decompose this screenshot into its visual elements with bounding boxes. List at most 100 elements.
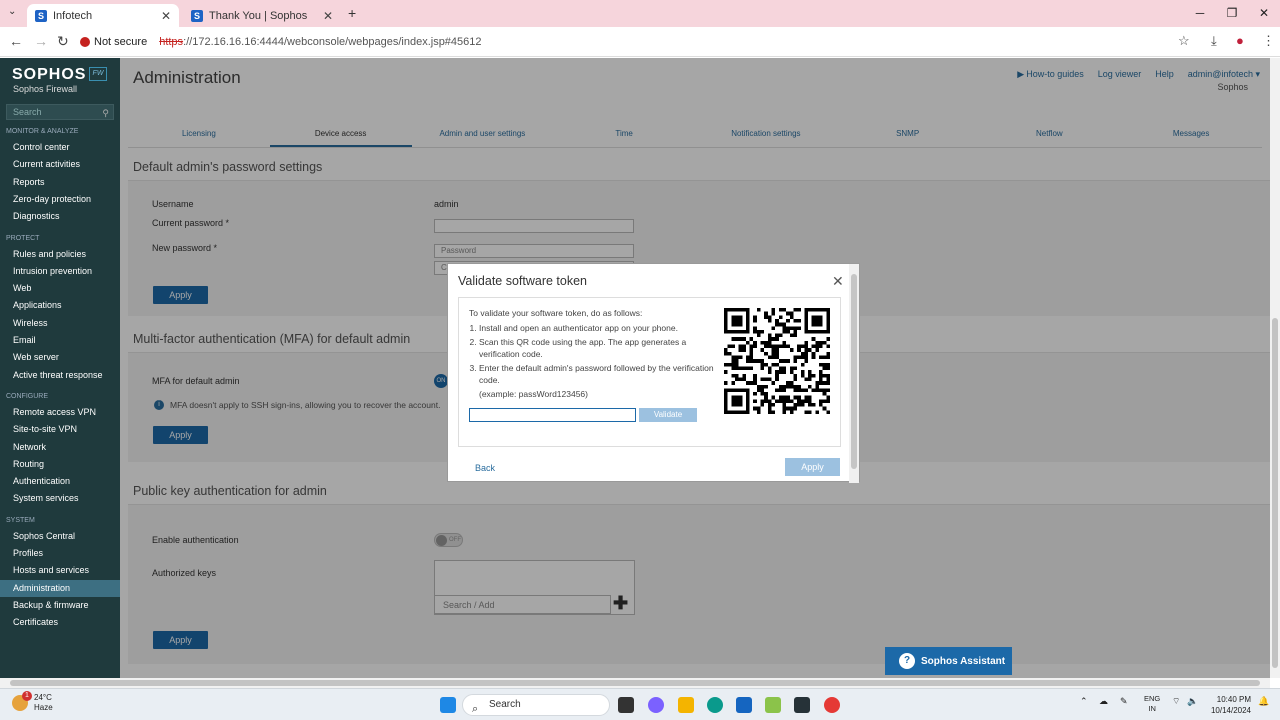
sidebar-item-active-threat-response[interactable]: Active threat response (0, 367, 120, 384)
reload-icon[interactable]: ↻ (57, 33, 69, 50)
tab-title: Infotech (53, 9, 93, 22)
product-name: Sophos Firewall (13, 84, 78, 94)
url-scheme: https (159, 36, 184, 48)
validate-button[interactable]: Validate (639, 408, 697, 422)
intro-text: To validate your software token, do as f… (469, 308, 643, 318)
task-view-icon[interactable] (618, 697, 634, 713)
tray-chevron-icon[interactable]: ⌃ (1080, 696, 1088, 707)
lang-code: ENG (1144, 694, 1161, 703)
step-3: Enter the default admin's password follo… (479, 362, 714, 386)
sidebar-item-control-center[interactable]: Control center (0, 139, 120, 156)
browser-tab-infotech[interactable]: S Infotech ✕ (27, 4, 179, 27)
dialog-apply-button[interactable]: Apply (785, 458, 840, 476)
profile-icon[interactable]: ● (1236, 33, 1244, 48)
sidebar-item-applications[interactable]: Applications (0, 297, 120, 314)
close-tab-icon[interactable]: ✕ (323, 9, 333, 23)
weather-icon: 1 (12, 691, 32, 711)
sidebar-item-routing[interactable]: Routing (0, 456, 120, 473)
sidebar-search-input[interactable]: Search ⚲ (6, 104, 114, 120)
sidebar-section-title: CONFIGURE (6, 392, 48, 400)
sidebar-item-authentication[interactable]: Authentication (0, 473, 120, 490)
sidebar-item-administration[interactable]: Administration (0, 579, 120, 597)
example-text: (example: passWord123456) (479, 389, 588, 399)
restore-icon[interactable]: ❐ (1216, 0, 1248, 27)
store-icon[interactable] (736, 697, 752, 713)
hscroll-thumb[interactable] (10, 680, 1260, 686)
sidebar-item-wireless[interactable]: Wireless (0, 315, 120, 332)
search-placeholder: Search (13, 107, 42, 117)
dialog-scrollbar[interactable] (849, 264, 859, 483)
assistant-label: Sophos Assistant (921, 655, 1006, 667)
temperature: 24°C (34, 693, 52, 702)
sophos-logo: SOPHOS (12, 66, 87, 83)
close-tab-icon[interactable]: ✕ (161, 9, 171, 23)
notification-badge: 1 (22, 691, 32, 701)
not-secure-badge[interactable]: Not secure (80, 36, 153, 48)
url-field[interactable]: Not secure https://172.16.16.16:4444/web… (80, 31, 1200, 53)
sidebar-item-zero-day-protection[interactable]: Zero-day protection (0, 191, 120, 208)
sophos-assistant-button[interactable]: ? Sophos Assistant (885, 647, 1012, 675)
clock[interactable]: 10:40 PM 10/14/2024 (1203, 694, 1251, 716)
forward-arrow-icon[interactable]: → (34, 33, 48, 49)
sidebar-item-backup-firmware[interactable]: Backup & firmware (0, 597, 120, 614)
dialog-body: To validate your software token, do as f… (458, 297, 841, 447)
warning-icon (80, 37, 90, 47)
dialog-scroll-thumb[interactable] (851, 274, 857, 469)
volume-icon[interactable]: 🔈 (1187, 696, 1198, 707)
edge-icon[interactable] (707, 697, 723, 713)
copilot-icon[interactable] (648, 697, 664, 713)
horizontal-scrollbar[interactable] (0, 678, 1270, 688)
chrome-icon[interactable] (824, 697, 840, 713)
language-indicator[interactable]: ENG IN (1144, 694, 1160, 714)
sidebar-item-profiles[interactable]: Profiles (0, 545, 120, 562)
browser-tab-thank-you[interactable]: S Thank You | Sophos ✕ (183, 4, 341, 27)
pen-icon[interactable]: ✎ (1120, 696, 1128, 707)
close-window-icon[interactable]: ✕ (1248, 0, 1280, 27)
sidebar-item-system-services[interactable]: System services (0, 490, 120, 507)
notification-bell-icon[interactable]: 🔔 (1258, 696, 1269, 707)
page-scrollbar[interactable] (1270, 58, 1280, 678)
window-controls: ─ ❐ ✕ (1184, 0, 1280, 27)
weather-widget[interactable]: 1 24°C Haze (12, 691, 53, 713)
time: 10:40 PM (1216, 695, 1251, 704)
url-text: ://172.16.16.16:4444/webconsole/webpages… (183, 36, 482, 48)
sidebar-item-remote-access-vpn[interactable]: Remote access VPN (0, 404, 120, 421)
sidebar-item-email[interactable]: Email (0, 332, 120, 349)
date: 10/14/2024 (1210, 706, 1251, 715)
token-input[interactable] (469, 408, 636, 422)
download-icon[interactable]: ⤓ (1211, 33, 1217, 49)
minimize-icon[interactable]: ─ (1184, 0, 1216, 27)
bookmark-star-icon[interactable]: ☆ (1178, 33, 1190, 49)
back-link[interactable]: Back (475, 463, 495, 473)
sidebar-item-hosts-and-services[interactable]: Hosts and services (0, 562, 120, 579)
sidebar-item-diagnostics[interactable]: Diagnostics (0, 208, 120, 225)
wifi-icon[interactable]: ⌔ (1172, 696, 1180, 707)
sidebar-item-intrusion-prevention[interactable]: Intrusion prevention (0, 263, 120, 280)
tab-search-icon[interactable]: ⌄ (8, 6, 16, 17)
sidebar-item-web[interactable]: Web (0, 280, 120, 297)
sidebar-item-current-activities[interactable]: Current activities (0, 156, 120, 173)
new-tab-icon[interactable]: + (348, 5, 356, 21)
sidebar-item-site-to-site-vpn[interactable]: Site-to-site VPN (0, 421, 120, 438)
cloud-icon[interactable]: ☁ (1099, 696, 1108, 707)
browser-menu-icon[interactable]: ⋮ (1262, 33, 1275, 49)
app-icon[interactable] (765, 697, 781, 713)
sidebar-item-web-server[interactable]: Web server (0, 349, 120, 366)
tab-title: Thank You | Sophos (209, 9, 308, 22)
sidebar-item-network[interactable]: Network (0, 439, 120, 456)
close-icon[interactable]: ✕ (832, 273, 844, 290)
sidebar-item-certificates[interactable]: Certificates (0, 614, 120, 631)
back-arrow-icon[interactable]: ← (9, 33, 23, 49)
windows-start-icon[interactable] (440, 697, 456, 713)
sidebar-item-reports[interactable]: Reports (0, 174, 120, 191)
scroll-thumb[interactable] (1272, 318, 1278, 668)
search-icon[interactable]: ⚲ (102, 106, 109, 120)
terminal-icon[interactable] (794, 697, 810, 713)
sophos-favicon-icon: S (35, 9, 47, 22)
step-2: Scan this QR code using the app. The app… (479, 336, 714, 360)
sidebar-item-sophos-central[interactable]: Sophos Central (0, 528, 120, 545)
sidebar-item-rules-and-policies[interactable]: Rules and policies (0, 246, 120, 263)
file-explorer-icon[interactable] (678, 697, 694, 713)
taskbar-search[interactable]: ⌕ Search (462, 694, 610, 716)
browser-tab-bar: ⌄ S Infotech ✕ S Thank You | Sophos ✕ + … (0, 0, 1280, 27)
